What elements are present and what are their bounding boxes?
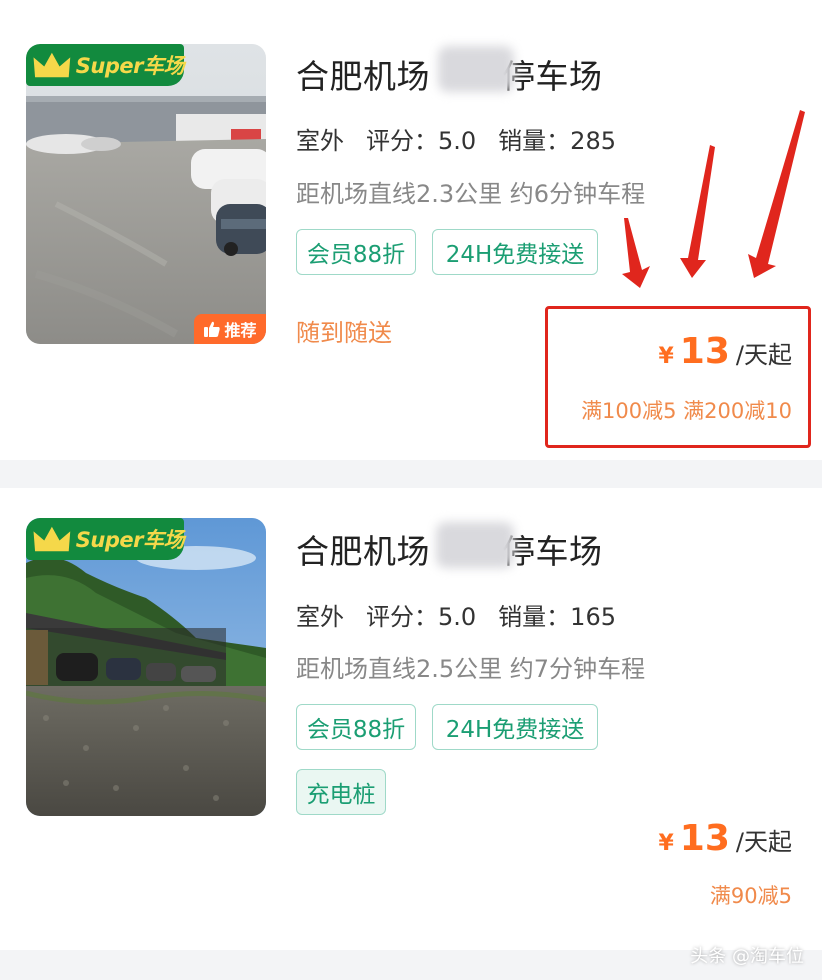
rating: 评分：5.0 [366, 603, 477, 631]
tag-free-shuttle: 24H免费接送 [432, 229, 598, 275]
watermark: 头条 @淘车位 [690, 946, 804, 967]
recommend-label: 推荐 [224, 321, 257, 340]
parking-listing-card[interactable]: Super车场 合肥机场 停车场 室外 评分：5.0 销量：165 距机场直线2.… [0, 488, 822, 950]
super-badge-label: Super车场 [75, 528, 185, 552]
super-badge-label: Super车场 [75, 54, 185, 78]
parking-lot-photo[interactable]: Super车场 [26, 518, 266, 816]
listing-meta: 室外 评分：5.0 销量：285 [294, 121, 616, 160]
outdoor-type: 室外 [294, 597, 346, 636]
super-parking-badge: Super车场 [26, 518, 185, 560]
tag-free-shuttle: 24H免费接送 [432, 704, 598, 750]
title-prefix: 合肥机场 [296, 532, 430, 571]
outdoor-type: 室外 [294, 121, 346, 160]
annotation-highlight-box [545, 306, 811, 448]
sales: 销量：285 [498, 127, 616, 155]
price: ¥ 13 /天起 [658, 818, 792, 859]
price-amount: 13 [679, 818, 730, 859]
listing-meta: 室外 评分：5.0 销量：165 [294, 597, 616, 636]
crown-icon [33, 526, 71, 552]
tag-member-discount: 会员88折 [296, 704, 416, 750]
distance-info: 距机场直线2.5公里 约7分钟车程 [296, 655, 646, 683]
discount-info: 满90减5 [709, 884, 792, 908]
crown-icon [33, 52, 71, 78]
title-suffix: 停车场 [502, 57, 603, 96]
price-unit: /天起 [735, 828, 792, 856]
annotation-arrows [622, 110, 805, 288]
currency-symbol: ¥ [658, 831, 674, 856]
rating: 评分：5.0 [366, 127, 477, 155]
sales: 销量：165 [498, 603, 616, 631]
tag-charging-pile: 充电桩 [296, 769, 386, 815]
delivery-info: 随到随送 [296, 319, 392, 347]
thumbs-up-icon [204, 321, 221, 337]
recommend-badge: 推荐 [194, 314, 266, 344]
parking-lot-photo[interactable]: Super车场 推荐 [26, 44, 266, 344]
tag-member-discount: 会员88折 [296, 229, 416, 275]
privacy-blur [436, 522, 514, 568]
parking-listing-card[interactable]: Super车场 推荐 合肥机场 停车场 室外 评分：5.0 销量：285 距机场直… [0, 0, 822, 460]
distance-info: 距机场直线2.3公里 约6分钟车程 [296, 180, 646, 208]
privacy-blur [438, 46, 514, 92]
title-suffix: 停车场 [502, 532, 603, 571]
title-prefix: 合肥机场 [296, 57, 430, 96]
super-parking-badge: Super车场 [26, 44, 185, 86]
